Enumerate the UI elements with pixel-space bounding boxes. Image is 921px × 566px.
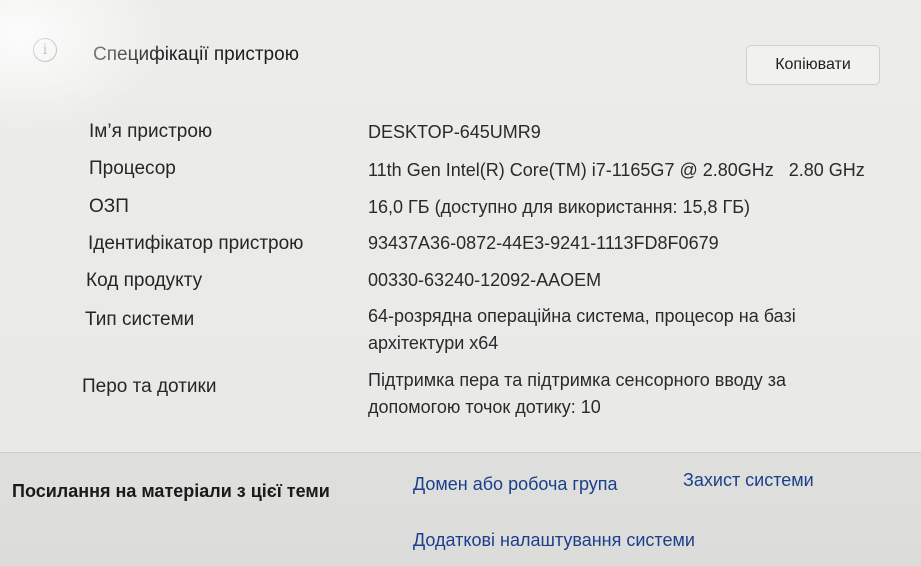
spec-value-ram: 16,0 ГБ (доступно для використання: 15,8…	[368, 197, 751, 217]
related-links-label: Посилання на матеріали з цієї теми	[12, 481, 330, 501]
spec-label-processor: Процесор	[89, 158, 176, 179]
spec-label-system-type: Тип системи	[85, 309, 195, 330]
copy-button[interactable]: Копіювати	[746, 45, 880, 85]
link-domain-workgroup[interactable]: Домен або робоча група	[413, 474, 618, 495]
device-specifications-page: i Специфікації пристрою Копіювати Ім’я п…	[0, 0, 921, 566]
spec-value-pen-touch: Підтримка пера та підтримка сенсорного в…	[368, 370, 787, 417]
info-icon: i	[33, 38, 57, 62]
spec-value-processor: 11th Gen Intel(R) Core(TM) i7-1165G7 @ 2…	[368, 160, 865, 180]
spec-label-device-id: Ідентифікатор пристрою	[88, 233, 304, 254]
spec-value-product-id: 00330-63240-12092-AAOEM	[368, 270, 602, 290]
spec-label-product-id: Код продукту	[86, 270, 203, 291]
spec-label-device-name: Ім’я пристрою	[89, 121, 213, 142]
device-specifications-card: i Специфікації пристрою Копіювати Ім’я п…	[0, 0, 921, 452]
spec-value-device-name: DESKTOP-645UMR9	[368, 122, 541, 142]
link-advanced-system-settings[interactable]: Додаткові налаштування системи	[413, 530, 695, 551]
spec-value-system-type: 64-розрядна операційна система, процесор…	[368, 306, 796, 353]
section-divider	[0, 452, 921, 453]
section-title: Специфікації пристрою	[93, 44, 299, 65]
spec-value-device-id: 93437A36-0872-44E3-9241-1113FD8F0679	[368, 233, 719, 253]
spec-label-pen-touch: Перо та дотики	[82, 376, 217, 397]
link-system-protection[interactable]: Захист системи	[683, 470, 814, 491]
spec-label-ram: ОЗП	[89, 196, 129, 217]
